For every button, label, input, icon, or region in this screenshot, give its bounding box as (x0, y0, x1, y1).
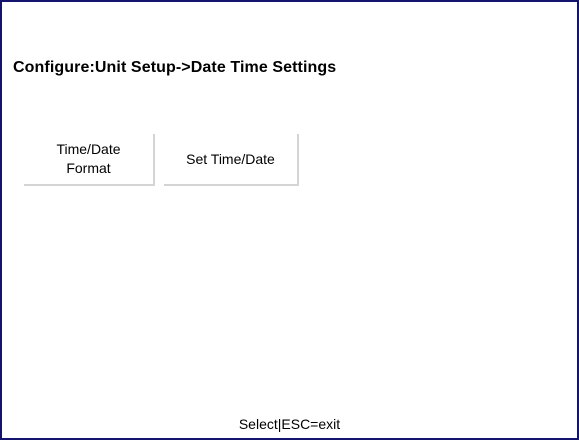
page-title: Configure:Unit Setup->Date Time Settings (13, 59, 337, 76)
status-hint: Select|ESC=exit (238, 416, 341, 432)
time-date-format-label-line2: Format (66, 160, 111, 176)
device-screen: Configure:Unit Setup->Date Time Settings… (0, 0, 579, 440)
time-date-format-label-line1: Time/Date (56, 141, 121, 157)
set-time-date-button[interactable]: Set Time/Date (164, 134, 299, 186)
time-date-format-button[interactable]: Time/Date Format (24, 134, 155, 186)
set-time-date-label: Set Time/Date (186, 150, 275, 167)
